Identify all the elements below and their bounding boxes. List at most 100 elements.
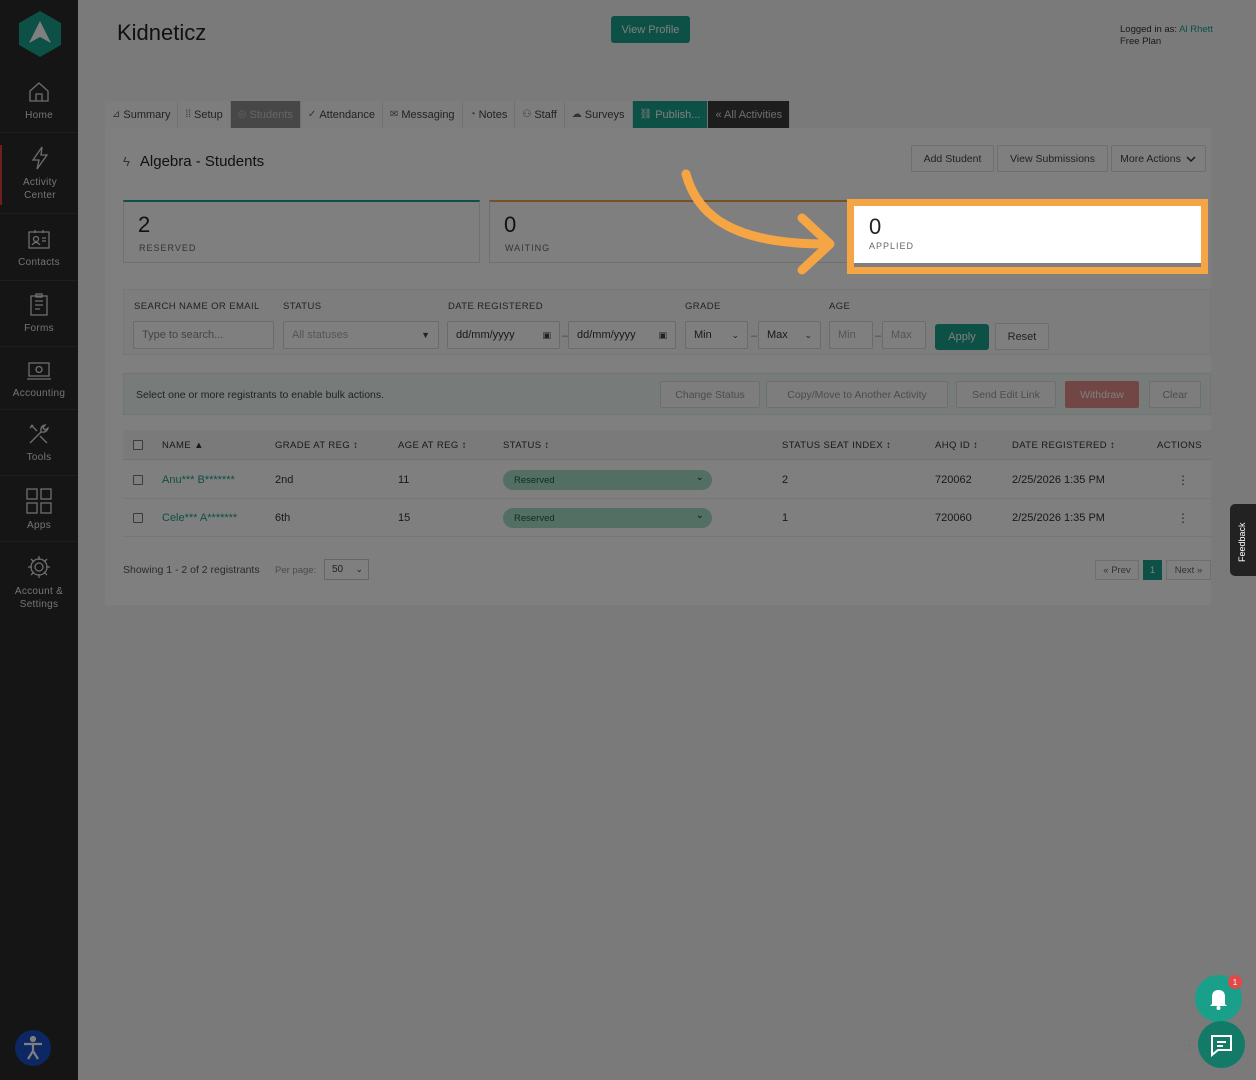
stat-card-reserved[interactable]: 2 RESERVED xyxy=(123,200,480,263)
send-edit-link-button[interactable]: Send Edit Link xyxy=(956,381,1056,408)
more-actions-button[interactable]: More Actions xyxy=(1111,145,1206,172)
sidebar-item-contacts[interactable]: Contacts xyxy=(0,227,78,269)
col-grade[interactable]: GRADE AT REG ↕ xyxy=(275,440,358,451)
chevron-down-icon: ⌄ xyxy=(804,329,812,340)
sidebar-item-forms[interactable]: Forms xyxy=(0,293,78,335)
sidebar-item-tools[interactable]: Tools xyxy=(0,422,78,464)
chevron-down-icon: ⌄ xyxy=(695,510,704,521)
tab-surveys[interactable]: ☁ Surveys xyxy=(564,101,633,128)
tools-icon xyxy=(29,424,49,444)
grade-max-select[interactable]: Max ⌄ xyxy=(758,321,821,349)
apps-icon xyxy=(26,488,52,514)
sidebar-item-home[interactable]: Home xyxy=(0,80,78,122)
reset-button[interactable]: Reset xyxy=(995,323,1049,350)
sidebar-item-label: Activity Center xyxy=(22,177,58,201)
status-select[interactable]: All statuses ▼ xyxy=(283,321,439,349)
activity-tabs: ⊿ Summary ⁞⁞ Setup ◎ Students ✓ Attendance ✉… xyxy=(105,101,791,128)
chevron-down-icon: ⌄ xyxy=(731,329,739,340)
table-row: Cele*** A******* 6th 15 Reserved ⌄ 1 7200… xyxy=(123,499,1211,537)
date-from-input[interactable]: dd/mm/yyyy ▣ xyxy=(447,321,560,349)
sidebar-item-apps[interactable]: Apps xyxy=(0,488,78,532)
col-name[interactable]: NAME ▲ xyxy=(162,440,204,451)
col-age[interactable]: AGE AT REG ↕ xyxy=(398,440,467,451)
setup-icon: ⁞⁞ xyxy=(185,109,192,120)
pointer-arrow-icon xyxy=(681,169,835,275)
age-max-input[interactable]: Max xyxy=(882,321,926,349)
students-icon: ◎ xyxy=(237,109,247,120)
highlight-frame xyxy=(847,199,1208,274)
tab-attendance[interactable]: ✓ Attendance xyxy=(300,101,383,128)
link-icon: ⛓ xyxy=(639,109,653,120)
caret-down-icon: ▼ xyxy=(421,330,430,340)
col-seat-index[interactable]: STATUS SEAT INDEX ↕ xyxy=(782,440,891,451)
calendar-icon: ▣ xyxy=(658,329,667,340)
divider xyxy=(0,541,78,542)
withdraw-button[interactable]: Withdraw xyxy=(1065,381,1139,408)
tab-students[interactable]: ◎ Students xyxy=(230,101,301,128)
date-to-input[interactable]: dd/mm/yyyy ▣ xyxy=(568,321,676,349)
sidebar-item-activity-center[interactable]: Activity Center xyxy=(0,145,78,205)
cloud-icon: ☁ xyxy=(571,109,582,120)
feedback-tab[interactable]: Feedback xyxy=(1230,504,1256,576)
copy-move-button[interactable]: Copy/Move to Another Activity xyxy=(766,381,948,408)
apply-button[interactable]: Apply xyxy=(935,324,989,350)
row-checkbox[interactable] xyxy=(133,513,143,523)
col-date[interactable]: DATE REGISTERED ↕ xyxy=(1012,440,1115,451)
select-all-checkbox[interactable] xyxy=(133,440,143,450)
row-actions-icon[interactable]: ⋮ xyxy=(1177,511,1189,525)
tab-setup[interactable]: ⁞⁞ Setup xyxy=(178,101,231,128)
change-status-button[interactable]: Change Status xyxy=(660,381,760,408)
tab-summary[interactable]: ⊿ Summary xyxy=(105,101,179,128)
divider xyxy=(0,213,78,214)
tab-all-activities[interactable]: « All Activities xyxy=(708,101,791,128)
next-page-button[interactable]: Next » xyxy=(1166,560,1211,580)
accounting-icon xyxy=(27,362,51,380)
sidebar-item-account-settings[interactable]: Account & Settings xyxy=(0,554,78,611)
contacts-icon xyxy=(28,230,50,249)
divider xyxy=(0,409,78,410)
col-ahq-id[interactable]: AHQ ID ↕ xyxy=(935,440,978,451)
view-profile-button[interactable]: View Profile xyxy=(611,16,690,43)
tab-messaging[interactable]: ✉ Messaging xyxy=(382,101,463,128)
user-link[interactable]: Al Rhett xyxy=(1179,24,1213,35)
clear-button[interactable]: Clear xyxy=(1149,381,1201,408)
drag-handle-icon[interactable]: ⠿ xyxy=(1182,1038,1192,1055)
accessibility-button[interactable] xyxy=(15,1030,51,1066)
view-submissions-button[interactable]: View Submissions xyxy=(997,145,1108,172)
tab-notes[interactable]: ◔ Notes xyxy=(462,101,516,128)
check-icon: ✓ xyxy=(307,109,317,120)
page-1-button[interactable]: 1 xyxy=(1143,560,1162,580)
table-header: NAME ▲ GRADE AT REG ↕ AGE AT REG ↕ STATU… xyxy=(123,430,1211,460)
bolt-icon: ϟ xyxy=(123,154,130,169)
tab-staff[interactable]: ⚇ Staff xyxy=(515,101,565,128)
login-info: Logged in as: Al Rhett Free Plan xyxy=(1120,24,1213,47)
chevron-down-icon: ⌄ xyxy=(695,472,704,483)
chevron-down-icon: ⌄ xyxy=(355,564,363,574)
status-select[interactable]: Reserved ⌄ xyxy=(503,508,712,528)
tab-publish[interactable]: ⛓ Publish... xyxy=(632,101,709,128)
sidebar: Home Activity Center Contacts Forms Acco… xyxy=(0,0,78,1080)
logo-icon[interactable] xyxy=(19,11,61,57)
chat-button[interactable] xyxy=(1198,1021,1245,1068)
add-student-button[interactable]: Add Student xyxy=(911,145,994,172)
gear-icon xyxy=(28,556,50,578)
sidebar-item-accounting[interactable]: Accounting xyxy=(0,360,78,400)
chevron-down-icon xyxy=(1186,155,1196,162)
staff-icon: ⚇ xyxy=(522,109,532,120)
calendar-icon: ▣ xyxy=(542,329,551,340)
status-select[interactable]: Reserved ⌄ xyxy=(503,470,712,490)
pagination-summary: Showing 1 - 2 of 2 registrants xyxy=(123,564,260,576)
row-actions-icon[interactable]: ⋮ xyxy=(1177,473,1189,487)
main-content: Kidneticz View Profile Logged in as: Al … xyxy=(78,0,1256,1080)
age-min-input[interactable]: Min xyxy=(829,321,873,349)
student-name-link[interactable]: Cele*** A******* xyxy=(162,512,237,524)
grade-min-select[interactable]: Min ⌄ xyxy=(685,321,748,349)
search-input[interactable]: Type to search... xyxy=(133,321,274,349)
page-title: Kidneticz xyxy=(117,20,207,45)
per-page-select[interactable]: 50 ⌄ xyxy=(324,559,369,580)
prev-page-button[interactable]: « Prev xyxy=(1095,560,1139,580)
student-name-link[interactable]: Anu*** B******* xyxy=(162,474,235,486)
row-checkbox[interactable] xyxy=(133,475,143,485)
col-status[interactable]: STATUS ↕ xyxy=(503,440,550,451)
bulk-actions-bar: Select one or more registrants to enable… xyxy=(123,373,1211,415)
